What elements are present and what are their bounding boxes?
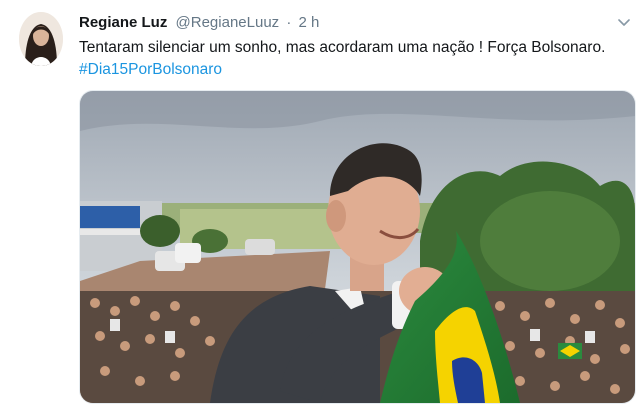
tweet-photo[interactable] [79, 90, 636, 404]
tweet-text: Tentaram silenciar um sonho, mas acordar… [79, 39, 606, 56]
separator-dot: · [286, 14, 292, 31]
author-name[interactable]: Regiane Luz [79, 14, 167, 31]
hashtag-link[interactable]: #Dia15PorBolsonaro [79, 61, 222, 79]
author-handle[interactable]: @RegianeLuuz [176, 14, 280, 31]
timestamp[interactable]: 2 h [299, 14, 320, 31]
tweet[interactable]: Regiane Luz @RegianeLuuz · 2 h Tentaram … [0, 0, 644, 407]
avatar[interactable] [19, 12, 63, 66]
tweet-header: Regiane Luz @RegianeLuuz · 2 h [79, 14, 319, 34]
chevron-down-icon[interactable] [618, 15, 630, 26]
